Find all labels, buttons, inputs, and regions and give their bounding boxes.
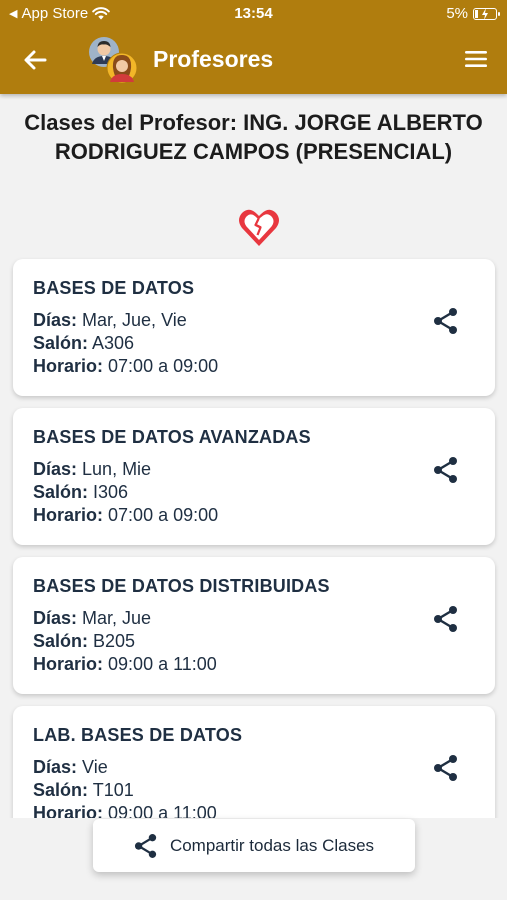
dias-value: Lun, Mie bbox=[82, 459, 152, 479]
content-area[interactable]: Clases del Profesor: ING. JORGE ALBERTO … bbox=[0, 94, 507, 818]
salon-value: A306 bbox=[92, 333, 135, 353]
horario-value: 09:00 a 11:00 bbox=[108, 803, 217, 818]
share-icon[interactable] bbox=[433, 605, 459, 633]
page-title: Clases del Profesor: ING. JORGE ALBERTO … bbox=[24, 110, 483, 164]
horario-value: 09:00 a 11:00 bbox=[108, 654, 217, 674]
share-all-label: Compartir todas las Clases bbox=[169, 835, 375, 855]
broken-heart-icon[interactable] bbox=[237, 207, 281, 249]
navbar-title: Profesores bbox=[153, 46, 274, 72]
class-salon: Salón: I306 bbox=[33, 482, 128, 503]
class-name: BASES DE DATOS DISTRIBUIDAS bbox=[33, 576, 330, 596]
share-icon[interactable] bbox=[433, 754, 459, 782]
status-bar: ◀ App Store 13:54 5% bbox=[0, 0, 507, 28]
hamburger-menu-icon[interactable] bbox=[463, 48, 489, 70]
salon-label: Salón: bbox=[33, 482, 89, 502]
share-icon bbox=[134, 833, 157, 858]
salon-value: B205 bbox=[93, 631, 136, 651]
battery-percent: 5% bbox=[446, 5, 468, 22]
app-header: ◀ App Store 13:54 5% Profesores bbox=[0, 0, 507, 94]
salon-value: T101 bbox=[92, 780, 134, 800]
class-salon: Salón: B205 bbox=[33, 631, 135, 652]
class-horario: Horario: 07:00 a 09:00 bbox=[33, 505, 218, 526]
class-horario: Horario: 07:00 a 09:00 bbox=[33, 356, 218, 377]
horario-label: Horario: bbox=[33, 654, 104, 674]
class-dias: Días: Vie bbox=[33, 757, 108, 778]
dias-label: Días: bbox=[33, 608, 78, 628]
teachers-avatar-icon bbox=[89, 37, 138, 84]
class-dias: Días: Mar, Jue bbox=[33, 608, 151, 629]
class-card[interactable]: BASES DE DATOS AVANZADAS Días: Lun, Mie … bbox=[13, 408, 495, 545]
class-card[interactable]: BASES DE DATOS Días: Mar, Jue, Vie Salón… bbox=[13, 259, 495, 396]
dias-label: Días: bbox=[33, 310, 78, 330]
horario-label: Horario: bbox=[33, 505, 104, 525]
salon-label: Salón: bbox=[33, 333, 89, 353]
class-name: BASES DE DATOS bbox=[33, 278, 195, 298]
dias-label: Días: bbox=[33, 459, 78, 479]
navbar: Profesores bbox=[0, 30, 507, 92]
class-salon: Salón: T101 bbox=[33, 780, 134, 801]
horario-value: 07:00 a 09:00 bbox=[108, 505, 219, 525]
dias-value: Vie bbox=[82, 757, 108, 777]
share-icon[interactable] bbox=[433, 307, 459, 335]
class-name: BASES DE DATOS AVANZADAS bbox=[33, 427, 311, 447]
class-horario: Horario: 09:00 a 11:00 bbox=[33, 803, 217, 818]
salon-value: I306 bbox=[93, 482, 129, 502]
status-time: 13:54 bbox=[234, 5, 273, 22]
share-all-classes-button[interactable]: Compartir todas las Clases bbox=[93, 819, 415, 872]
battery-icon bbox=[473, 7, 500, 20]
dias-label: Días: bbox=[33, 757, 78, 777]
status-battery: 5% bbox=[446, 5, 500, 22]
class-card[interactable]: BASES DE DATOS DISTRIBUIDAS Días: Mar, J… bbox=[13, 557, 495, 694]
salon-label: Salón: bbox=[33, 780, 89, 800]
class-horario: Horario: 09:00 a 11:00 bbox=[33, 654, 217, 675]
class-name: LAB. BASES DE DATOS bbox=[33, 725, 243, 745]
share-icon[interactable] bbox=[433, 456, 459, 484]
horario-label: Horario: bbox=[33, 803, 104, 818]
horario-label: Horario: bbox=[33, 356, 104, 376]
horario-value: 07:00 a 09:00 bbox=[108, 356, 219, 376]
class-dias: Días: Mar, Jue, Vie bbox=[33, 310, 187, 331]
dias-value: Mar, Jue, Vie bbox=[82, 310, 187, 330]
back-arrow-icon[interactable] bbox=[20, 46, 52, 74]
class-salon: Salón: A306 bbox=[33, 333, 134, 354]
salon-label: Salón: bbox=[33, 631, 89, 651]
class-dias: Días: Lun, Mie bbox=[33, 459, 151, 480]
class-card[interactable]: LAB. BASES DE DATOS Días: Vie Salón: T10… bbox=[13, 706, 495, 818]
dias-value: Mar, Jue bbox=[82, 608, 152, 628]
